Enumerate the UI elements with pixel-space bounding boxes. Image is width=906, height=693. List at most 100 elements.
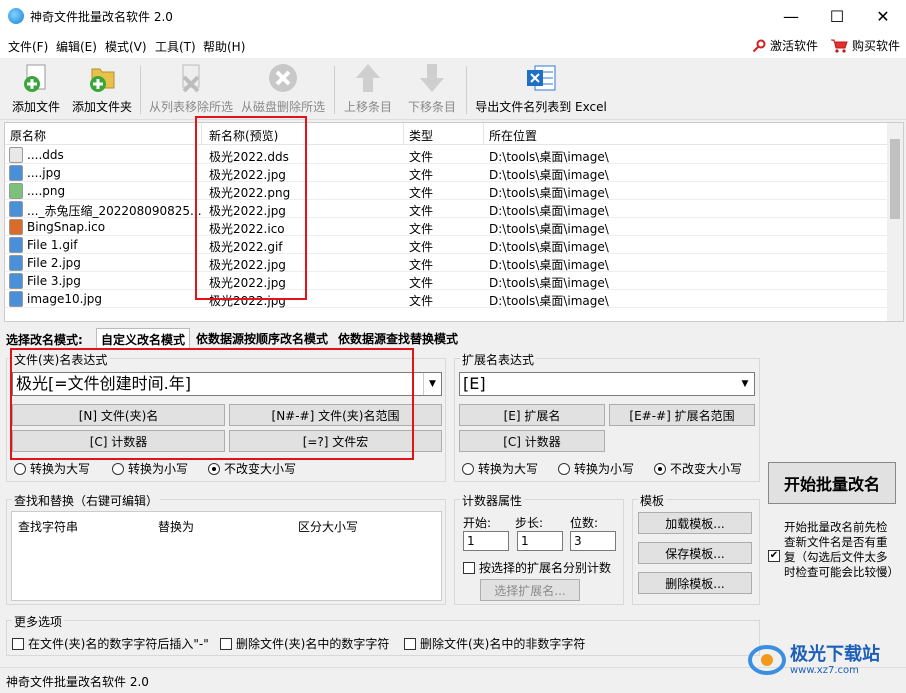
delete-template-button[interactable]: 删除模板... [638, 572, 752, 594]
add-file-button[interactable]: 添加文件 [8, 62, 64, 118]
delete-non-digits-option[interactable]: 删除文件(夹)名中的非数字字符 [404, 635, 585, 652]
table-row[interactable]: File 1.gif 极光2022.gif 文件 D:\tools\桌面\image\ [5, 236, 889, 254]
maximize-button[interactable]: ☐ [814, 0, 860, 32]
column-original-name[interactable]: 原名称 [10, 127, 46, 144]
watermark: 极光下载站 www.xz7.com [748, 640, 904, 680]
jpg-file-icon [9, 291, 23, 307]
check-duplicates-label: 开始批量改名前先检查新文件名是否有重复（勾选后文件太多时检查可能会比较慢） [784, 520, 899, 579]
menu-help[interactable]: 帮助(H) [203, 38, 245, 55]
counter-digits-input[interactable]: 3 [570, 531, 616, 551]
ext-expression-input[interactable]: [E] ▼ [459, 372, 755, 396]
original-name-cell: ..._赤兔压缩_202208090825... [27, 204, 202, 218]
activate-link[interactable]: 激活软件 [752, 37, 818, 54]
checkbox-checked-icon[interactable]: ✔ [768, 550, 780, 562]
select-ext-button[interactable]: 选择扩展名... [480, 579, 580, 601]
ext-case-upper[interactable]: 转换为大写 [462, 460, 538, 477]
name-case-lower[interactable]: 转换为小写 [112, 460, 188, 477]
menu-file[interactable]: 文件(F) [8, 38, 48, 55]
mode-bar: 选择改名模式: 自定义改名模式 依数据源按顺序改名模式 依数据源查找替换模式 [4, 326, 902, 348]
menu-mode[interactable]: 模式(V) [105, 38, 147, 55]
type-cell: 文件 [409, 222, 434, 236]
column-location[interactable]: 所在位置 [489, 127, 537, 144]
png-file-icon [9, 183, 23, 199]
table-row[interactable]: ....png 极光2022.png 文件 D:\tools\桌面\image\ [5, 182, 889, 200]
type-cell: 文件 [409, 150, 434, 164]
chevron-down-icon[interactable]: ▼ [423, 373, 441, 395]
check-duplicates-option[interactable]: ✔ 开始批量改名前先检查新文件名是否有重复（勾选后文件太多时检查可能会比较慢） [768, 520, 899, 580]
checkbox-icon[interactable] [12, 637, 24, 650]
checkbox-icon[interactable] [404, 637, 416, 650]
radio-label: 转换为小写 [574, 462, 635, 476]
title-bar: 神奇文件批量改名软件 2.0 — ☐ ✕ [0, 0, 906, 32]
activate-label: 激活软件 [770, 39, 819, 53]
export-excel-button[interactable]: 导出文件名列表到 Excel [474, 62, 608, 118]
name-case-keep[interactable]: 不改变大小写 [208, 460, 296, 477]
add-folder-button[interactable]: 添加文件夹 [70, 62, 134, 118]
delete-from-disk-button[interactable]: 从磁盘删除所选 [238, 62, 328, 118]
counter-start-label: 开始: [463, 516, 492, 530]
vertical-scrollbar[interactable] [887, 123, 903, 321]
counter-step-input[interactable]: 1 [517, 531, 563, 551]
table-row[interactable]: ..._赤兔压缩_202208090825... 极光2022.jpg 文件 D:\t… [5, 200, 889, 218]
ext-case-lower[interactable]: 转换为小写 [558, 460, 634, 477]
save-template-button[interactable]: 保存模板... [638, 542, 752, 564]
chevron-down-icon[interactable]: ▼ [736, 373, 754, 395]
delete-from-disk-label: 从磁盘删除所选 [240, 100, 325, 114]
checkbox-icon[interactable] [220, 637, 232, 650]
tab-custom-mode[interactable]: 自定义改名模式 [96, 328, 191, 348]
watermark-logo-icon [748, 645, 786, 675]
file-list-header: 原名称 新名称(预览) 类型 所在位置 [5, 123, 889, 145]
remove-icon [182, 64, 200, 93]
checkbox-icon[interactable] [463, 561, 475, 574]
table-row[interactable]: File 2.jpg 极光2022.jpg 文件 D:\tools\桌面\image\ [5, 254, 889, 272]
minimize-button[interactable]: — [768, 0, 814, 32]
column-divider [483, 123, 484, 145]
insert-ext-counter-button[interactable]: [C] 计数器 [459, 430, 605, 452]
radio-icon [558, 462, 570, 475]
scrollbar-thumb[interactable] [890, 139, 900, 219]
location-cell: D:\tools\桌面\image\ [489, 150, 609, 164]
location-cell: D:\tools\桌面\image\ [489, 186, 609, 200]
table-row[interactable]: ....dds 极光2022.dds 文件 D:\tools\桌面\image\ [5, 146, 889, 164]
insert-ext-button[interactable]: [E] 扩展名 [459, 404, 605, 426]
more-options-label: 更多选项 [12, 613, 65, 630]
arrow-up-icon [356, 64, 380, 92]
add-folder-label: 添加文件夹 [71, 100, 132, 114]
type-cell: 文件 [409, 240, 434, 254]
counter-start-input[interactable]: 1 [463, 531, 509, 551]
menu-edit[interactable]: 编辑(E) [56, 38, 97, 55]
window-title: 神奇文件批量改名软件 2.0 [30, 10, 173, 24]
find-replace-table[interactable]: 查找字符串 替换为 区分大小写 [11, 511, 442, 601]
move-down-button[interactable]: 下移条目 [404, 62, 460, 118]
insert-dash-option[interactable]: 在文件(夹)名的数字字符后插入"-" [12, 635, 209, 652]
delete-digits-label: 删除文件(夹)名中的数字字符 [236, 637, 390, 651]
table-row[interactable]: image10.jpg 极光2022.jpg 文件 D:\tools\桌面\image… [5, 290, 889, 308]
start-rename-button[interactable]: 开始批量改名 [768, 462, 896, 504]
count-per-ext-option[interactable]: 按选择的扩展名分别计数 [463, 559, 611, 576]
arrow-down-icon [420, 64, 444, 92]
load-template-button[interactable]: 加载模板... [638, 512, 752, 534]
move-up-button[interactable]: 上移条目 [340, 62, 396, 118]
jpg-file-icon [9, 255, 23, 271]
radio-icon [654, 462, 666, 475]
table-row[interactable]: ....jpg 极光2022.jpg 文件 D:\tools\桌面\image\ [5, 164, 889, 182]
tab-find-replace-mode[interactable]: 依数据源查找替换模式 [334, 328, 462, 348]
remove-from-list-button[interactable]: 从列表移除所选 [146, 62, 236, 118]
close-button[interactable]: ✕ [860, 0, 906, 32]
table-row[interactable]: BingSnap.ico 极光2022.ico 文件 D:\tools\桌面\imag… [5, 218, 889, 236]
insert-ext-range-button[interactable]: [E#-#] 扩展名范围 [609, 404, 755, 426]
delete-digits-option[interactable]: 删除文件(夹)名中的数字字符 [220, 635, 389, 652]
radio-label: 转换为小写 [128, 462, 189, 476]
original-name-cell: File 3.jpg [27, 274, 81, 288]
name-case-upper[interactable]: 转换为大写 [14, 460, 90, 477]
column-type[interactable]: 类型 [409, 127, 433, 144]
original-name-cell: image10.jpg [27, 292, 103, 306]
ext-case-keep[interactable]: 不改变大小写 [654, 460, 742, 477]
file-list[interactable]: 原名称 新名称(预览) 类型 所在位置 ....dds 极光2022.dds 文件 D… [4, 122, 904, 322]
cart-icon [831, 39, 848, 53]
location-cell: D:\tools\桌面\image\ [489, 222, 609, 236]
buy-link[interactable]: 购买软件 [830, 37, 900, 54]
tab-sequential-mode[interactable]: 依数据源按顺序改名模式 [192, 328, 332, 348]
menu-tools[interactable]: 工具(T) [155, 38, 196, 55]
table-row[interactable]: File 3.jpg 极光2022.jpg 文件 D:\tools\桌面\image\ [5, 272, 889, 290]
